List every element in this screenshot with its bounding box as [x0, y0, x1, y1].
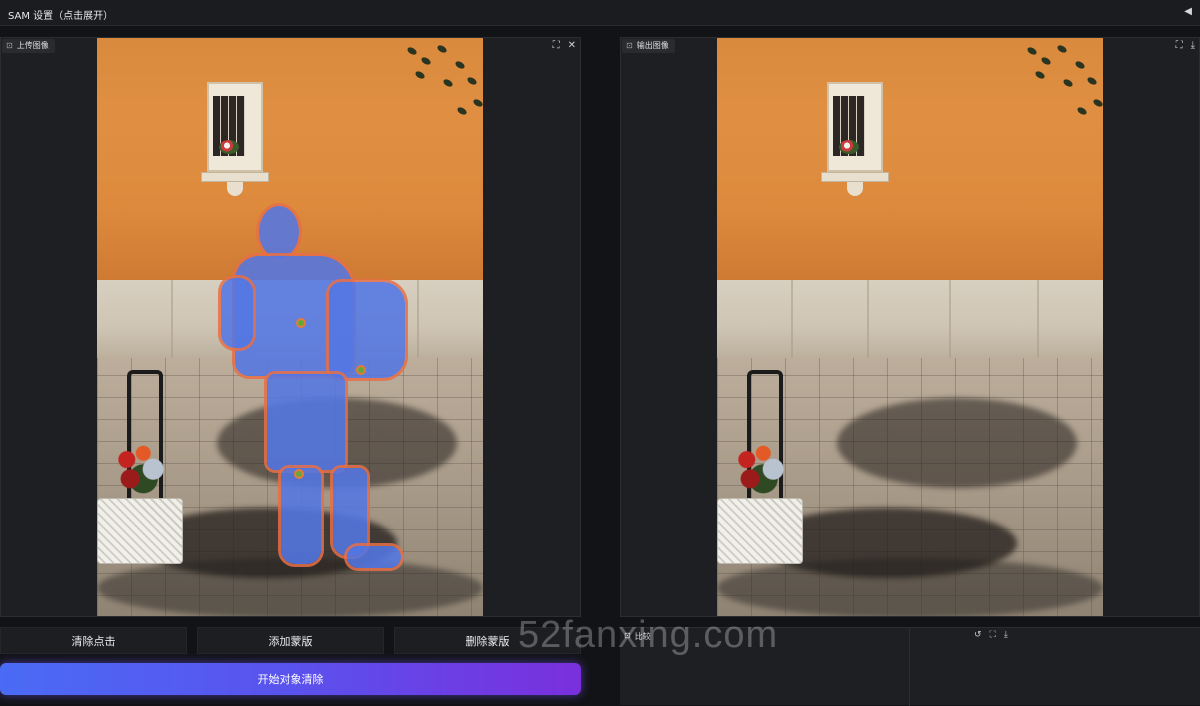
- image-icon: ⊡: [6, 41, 13, 50]
- reset-icon[interactable]: ↺: [974, 630, 982, 640]
- image-icon: ⊡: [626, 41, 633, 50]
- watermark: 52fanxing.com: [518, 614, 779, 656]
- upload-image-label: ⊡ 上传图像: [2, 39, 55, 53]
- sam-settings-header[interactable]: SAM 设置（点击展开） ◀: [0, 0, 1200, 26]
- sam-settings-title[interactable]: SAM 设置（点击展开）: [8, 7, 113, 22]
- upload-image-panel[interactable]: ⊡ 上传图像 ⛶ ✕: [0, 37, 581, 617]
- flower-cart: [97, 370, 187, 570]
- click-point-3[interactable]: [294, 469, 304, 479]
- click-point-2[interactable]: [356, 365, 366, 375]
- compare-divider[interactable]: [909, 628, 910, 706]
- close-icon[interactable]: ✕: [568, 40, 576, 51]
- output-image-panel[interactable]: ⊡ 输出图像 ⛶ ⤓: [620, 37, 1200, 617]
- fullscreen-icon[interactable]: ⛶: [990, 630, 996, 640]
- start-object-removal-button[interactable]: 开始对象清除: [0, 663, 581, 695]
- output-image-canvas: [717, 38, 1103, 616]
- fullscreen-icon[interactable]: ⛶: [553, 40, 560, 51]
- click-point-1[interactable]: [296, 318, 306, 328]
- download-icon[interactable]: ⤓: [1004, 630, 1008, 640]
- upload-image-canvas[interactable]: [97, 38, 483, 616]
- download-icon[interactable]: ⤓: [1191, 40, 1195, 51]
- output-image-label: ⊡ 输出图像: [622, 39, 675, 53]
- add-mask-button[interactable]: 添加蒙版: [197, 627, 384, 654]
- fullscreen-icon[interactable]: ⛶: [1176, 40, 1183, 51]
- tree-branch: [397, 38, 483, 128]
- window-decoration: [201, 82, 269, 196]
- clear-clicks-button[interactable]: 清除点击: [0, 627, 187, 654]
- collapse-arrow-icon[interactable]: ◀: [1184, 6, 1192, 17]
